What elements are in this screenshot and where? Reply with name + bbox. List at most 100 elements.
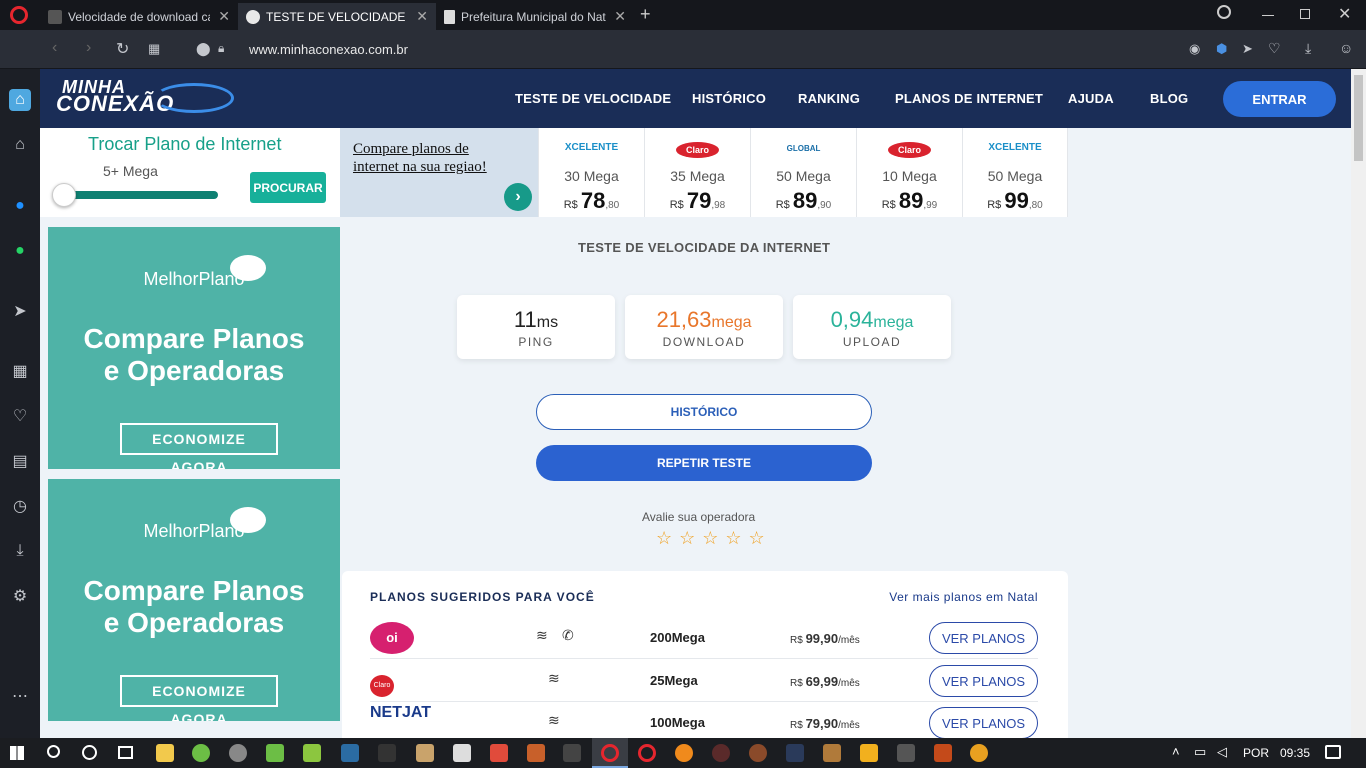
app-icon[interactable] — [416, 744, 434, 762]
reload-icon[interactable]: ↻ — [116, 39, 129, 59]
minimize-icon[interactable] — [1262, 15, 1274, 16]
history-icon[interactable]: ◷ — [9, 496, 31, 518]
plan-card[interactable]: GLOBAL 50 Mega R$ 89,90 — [750, 128, 856, 217]
app-icon[interactable] — [378, 744, 396, 762]
app-icon[interactable] — [229, 744, 247, 762]
speed-slider-handle[interactable] — [52, 183, 76, 207]
user-icon[interactable]: ☺ — [1339, 40, 1353, 56]
clock[interactable]: 09:35 — [1280, 746, 1310, 760]
compare-plans-banner[interactable]: Compare planos de internet na sua regiao… — [340, 128, 538, 217]
ad-banner[interactable]: MelhorPlano Compare Planos e Operadoras E… — [48, 227, 340, 469]
close-tab-icon[interactable]: ✕ — [218, 8, 230, 25]
nav-help[interactable]: AJUDA — [1068, 91, 1114, 106]
more-plans-link[interactable]: Ver mais planos em Natal — [889, 590, 1038, 604]
close-tab-icon[interactable]: ✕ — [416, 8, 428, 25]
downloads-icon[interactable]: ⤓ — [9, 540, 31, 562]
volume-icon[interactable]: ◁ — [1217, 744, 1227, 760]
plan-card[interactable]: Claro 10 Mega R$ 89,99 — [856, 128, 962, 217]
cortana-icon[interactable] — [82, 745, 97, 760]
app-icon[interactable] — [527, 744, 545, 762]
tray-chevron-icon[interactable]: ˄ — [1172, 744, 1180, 759]
app-icon[interactable] — [970, 744, 988, 762]
close-tab-icon[interactable]: ✕ — [614, 8, 626, 25]
close-window-icon[interactable]: ✕ — [1338, 4, 1351, 24]
speed-slider-track[interactable] — [60, 191, 218, 199]
site-logo[interactable]: MINHA CONEXÃO — [54, 77, 234, 121]
tab-1[interactable]: Velocidade de download ca ✕ — [40, 3, 238, 30]
login-button[interactable]: ENTRAR — [1223, 81, 1336, 117]
app-icon[interactable] — [823, 744, 841, 762]
windows-start-icon[interactable] — [10, 746, 24, 760]
ad-banner[interactable]: MelhorPlano Compare Planos e Operadoras E… — [48, 479, 340, 721]
opera-icon[interactable] — [638, 744, 656, 762]
nav-plans[interactable]: PLANOS DE INTERNET — [895, 91, 1043, 106]
download-icon[interactable]: ⤓ — [1305, 40, 1311, 57]
new-tab-icon[interactable]: + — [640, 4, 651, 25]
adblock-shield-icon[interactable]: ⬢ — [1216, 41, 1227, 57]
send-icon[interactable]: ➤ — [1242, 41, 1253, 57]
plan-card[interactable]: XCELENTE 30 Mega R$ 78,80 — [538, 128, 644, 217]
app-icon[interactable] — [266, 744, 284, 762]
maximize-icon[interactable] — [1300, 9, 1310, 19]
app-icon[interactable] — [934, 744, 952, 762]
plan-card[interactable]: XCELENTE 50 Mega R$ 99,80 — [962, 128, 1068, 217]
view-plans-button[interactable]: VER PLANOS — [929, 707, 1038, 738]
bookmark-icon[interactable]: ⌂ — [9, 134, 31, 156]
upload-card: 0,94mega UPLOAD — [793, 295, 951, 359]
repeat-test-button[interactable]: REPETIR TESTE — [536, 445, 872, 481]
task-view-icon[interactable] — [118, 746, 133, 759]
view-plans-button[interactable]: VER PLANOS — [929, 665, 1038, 697]
app-icon[interactable] — [490, 744, 508, 762]
history-button[interactable]: HISTÓRICO — [536, 394, 872, 430]
app-icon[interactable] — [453, 744, 471, 762]
nav-blog[interactable]: BLOG — [1150, 91, 1188, 106]
next-arrow-icon[interactable]: › — [504, 183, 532, 211]
favorites-icon[interactable]: ♡ — [9, 406, 31, 428]
network-icon[interactable]: ▭ — [1194, 744, 1206, 760]
app-icon[interactable] — [192, 744, 210, 762]
app-icon[interactable] — [860, 744, 878, 762]
nav-speed-test[interactable]: TESTE DE VELOCIDADE — [515, 91, 671, 106]
search-plans-button[interactable]: PROCURAR — [250, 172, 326, 203]
rating-stars[interactable]: ☆ ☆ ☆ ☆ ☆ — [656, 528, 766, 549]
opera-menu-icon[interactable] — [10, 6, 28, 24]
tab-2[interactable]: TESTE DE VELOCIDADE da I ✕ — [238, 3, 436, 30]
forward-icon[interactable]: › — [86, 39, 91, 57]
ad-cta-button[interactable]: ECONOMIZE AGORA — [120, 423, 278, 469]
snapshot-icon[interactable]: ◉ — [1189, 41, 1200, 57]
search-icon[interactable] — [47, 745, 60, 758]
whatsapp-icon[interactable]: ● — [9, 240, 31, 262]
heart-icon[interactable]: ♡ — [1268, 40, 1281, 57]
opera-icon[interactable] — [601, 744, 619, 762]
tab-3[interactable]: Prefeitura Municipal do Nat ✕ — [436, 3, 634, 30]
app-icon[interactable] — [341, 744, 359, 762]
keyboard-lang[interactable]: POR — [1243, 746, 1269, 760]
app-icon[interactable] — [712, 744, 730, 762]
nav-ranking[interactable]: RANKING — [798, 91, 860, 106]
more-icon[interactable]: ⋯ — [9, 686, 31, 708]
speed-dial-icon[interactable]: ▦ — [9, 361, 31, 383]
tiles-icon[interactable]: ▦ — [148, 41, 160, 57]
nav-history[interactable]: HISTÓRICO — [692, 91, 766, 106]
notifications-icon[interactable] — [1325, 745, 1341, 759]
view-plans-button[interactable]: VER PLANOS — [929, 622, 1038, 654]
app-icon[interactable] — [897, 744, 915, 762]
app-icon[interactable] — [675, 744, 693, 762]
app-icon[interactable] — [749, 744, 767, 762]
app-icon[interactable] — [786, 744, 804, 762]
url-text[interactable]: www.minhaconexao.com.br — [249, 42, 408, 57]
app-icon[interactable] — [563, 744, 581, 762]
news-icon[interactable]: ▤ — [9, 451, 31, 473]
ad-cta-button[interactable]: ECONOMIZE AGORA — [120, 675, 278, 721]
back-icon[interactable]: ‹ — [52, 39, 57, 57]
home-icon[interactable]: ⌂ — [9, 89, 31, 111]
scrollbar-thumb[interactable] — [1354, 75, 1363, 161]
app-icon[interactable] — [303, 744, 321, 762]
file-explorer-icon[interactable] — [156, 744, 174, 762]
messenger-icon[interactable]: ● — [9, 195, 31, 217]
search-tabs-icon[interactable] — [1217, 5, 1231, 19]
flow-icon[interactable]: ➤ — [9, 301, 31, 323]
plan-card[interactable]: Claro 35 Mega R$ 79,98 — [644, 128, 750, 217]
settings-icon[interactable]: ⚙ — [9, 586, 31, 608]
page-scrollbar[interactable] — [1351, 69, 1366, 738]
